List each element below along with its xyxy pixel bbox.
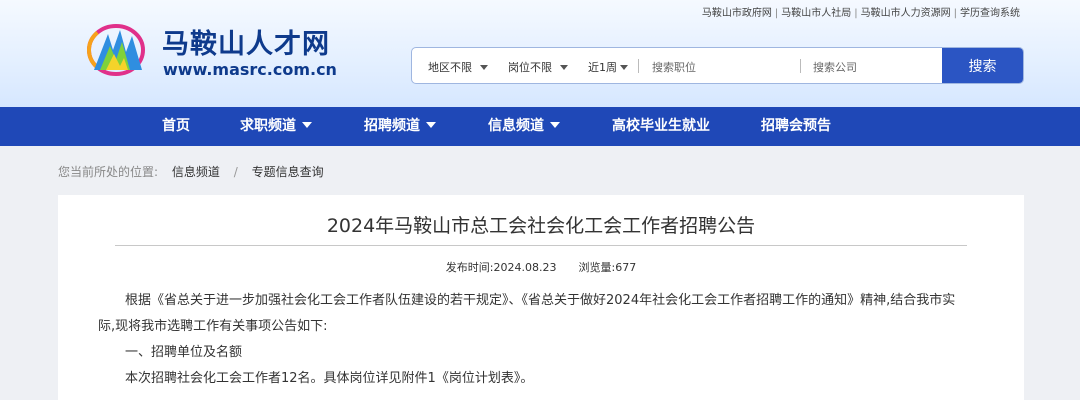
caret-down-icon — [550, 122, 560, 128]
paragraph-1-line-2: 际,现将我市选聘工作有关事项公告如下: — [98, 319, 328, 334]
top-links: 马鞍山市政府网 | 马鞍山市人社局 | 马鞍山市人力资源网 | 学历查询系统 — [701, 8, 1020, 19]
toplink-degree-check[interactable]: 学历查询系统 — [960, 8, 1020, 19]
job-search-input[interactable]: 搜索职位 — [652, 59, 696, 75]
toplink-hr-net[interactable]: 马鞍山市人力资源网 — [861, 8, 951, 19]
toplink-hrss[interactable]: 马鞍山市人社局 — [781, 8, 851, 19]
article-panel: 2024年马鞍山市总工会社会化工会工作者招聘公告 发布时间:2024.08.23… — [58, 195, 1024, 400]
site-logo-icon[interactable] — [86, 20, 150, 76]
chevron-down-icon — [480, 64, 488, 70]
nav-home[interactable]: 首页 — [162, 107, 190, 146]
nav-fair-label: 招聘会预告 — [761, 118, 831, 134]
chevron-down-icon — [620, 64, 628, 70]
region-select[interactable]: 地区不限 — [428, 59, 488, 75]
nav-job-seek-label: 求职频道 — [240, 118, 296, 134]
company-search-input[interactable]: 搜索公司 — [813, 59, 857, 75]
nav-job-seek[interactable]: 求职频道 — [240, 107, 312, 146]
divider — [638, 59, 639, 73]
breadcrumb-prefix: 您当前所处的位置: — [58, 165, 159, 179]
nav-home-label: 首页 — [162, 118, 190, 134]
breadcrumb-info-channel[interactable]: 信息频道 — [172, 165, 220, 179]
breadcrumb-topic-query[interactable]: 专题信息查询 — [252, 165, 324, 179]
article-meta: 发布时间:2024.08.23 浏览量:677 — [58, 259, 1024, 275]
publish-date: 2024.08.23 — [493, 261, 557, 274]
divider — [800, 59, 801, 73]
views-label: 浏览量: — [578, 261, 616, 274]
position-select-value: 岗位不限 — [508, 61, 552, 74]
caret-down-icon — [302, 122, 312, 128]
breadcrumb: 您当前所处的位置: 信息频道 / 专题信息查询 — [58, 163, 324, 180]
nav-fair[interactable]: 招聘会预告 — [761, 107, 831, 146]
period-select-value: 近1周 — [588, 61, 617, 74]
toplink-gov[interactable]: 马鞍山市政府网 — [702, 8, 772, 19]
nav-graduate-label: 高校毕业生就业 — [612, 118, 710, 134]
search-button[interactable]: 搜索 — [942, 48, 1023, 83]
nav-info-label: 信息频道 — [488, 118, 544, 134]
chevron-down-icon — [560, 64, 568, 70]
article-title: 2024年马鞍山市总工会社会化工会工作者招聘公告 — [326, 215, 756, 237]
breadcrumb-separator: / — [233, 165, 238, 179]
site-url[interactable]: www.masrc.com.cn — [163, 60, 337, 79]
main-nav: 首页 求职频道 招聘频道 信息频道 高校毕业生就业 招聘会预告 — [0, 107, 1080, 146]
search-bar: 地区不限 岗位不限 近1周 搜索职位 搜索公司 搜索 — [411, 47, 1024, 84]
nav-recruit-label: 招聘频道 — [364, 118, 420, 134]
paragraph-1-line-1: 根据《省总关于进一步加强社会化工会工作者队伍建设的若干规定》、《省总关于做好20… — [125, 293, 956, 308]
views-count: 677 — [615, 261, 637, 274]
position-select[interactable]: 岗位不限 — [508, 59, 568, 75]
region-select-value: 地区不限 — [428, 61, 472, 74]
publish-label: 发布时间: — [445, 261, 494, 274]
period-select[interactable]: 近1周 — [588, 59, 628, 75]
nav-info[interactable]: 信息频道 — [488, 107, 560, 146]
paragraph-2: 本次招聘社会化工会工作者12名。具体岗位详见附件1《岗位计划表》。 — [125, 371, 534, 386]
section-heading-1: 一、招聘单位及名额 — [125, 345, 243, 360]
site-name[interactable]: 马鞍山人才网 — [162, 22, 330, 61]
site-header: 马鞍山市政府网 | 马鞍山市人社局 | 马鞍山市人力资源网 | 学历查询系统 马鞍山人才网 … — [0, 0, 1080, 107]
nav-graduate[interactable]: 高校毕业生就业 — [612, 107, 710, 146]
title-divider — [115, 245, 967, 246]
nav-recruit[interactable]: 招聘频道 — [364, 107, 436, 146]
caret-down-icon — [426, 122, 436, 128]
